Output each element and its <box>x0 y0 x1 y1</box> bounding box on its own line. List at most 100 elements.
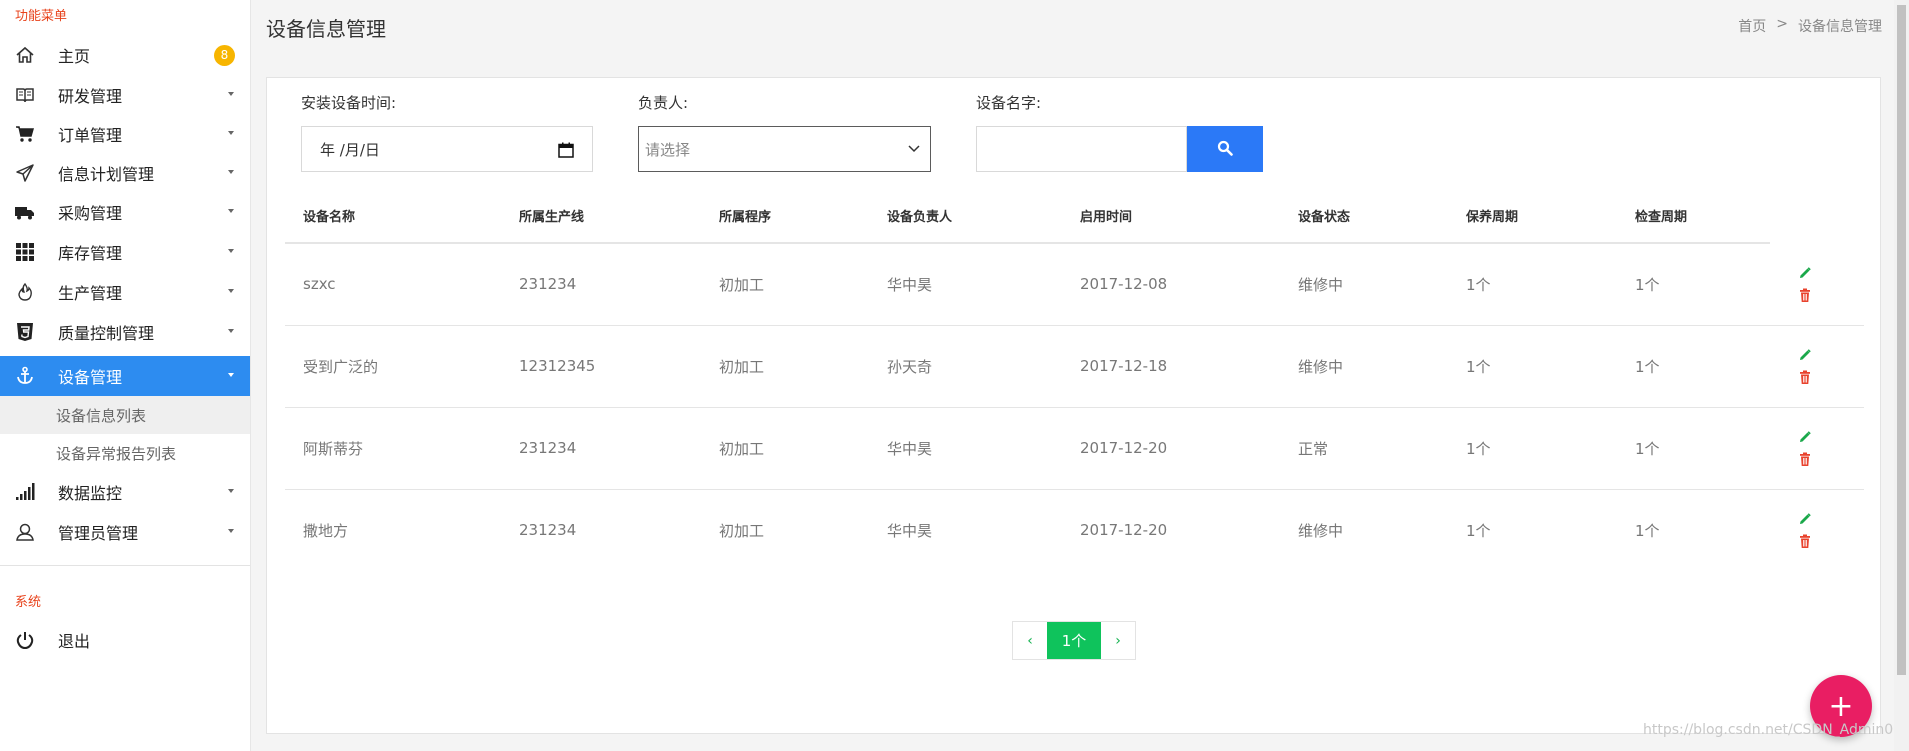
row-actions <box>1770 407 1864 490</box>
delete-trash-icon[interactable] <box>1796 286 1814 304</box>
table-cell: 初加工 <box>701 325 869 408</box>
sidebar-item-quality[interactable]: 质量控制管理 <box>0 312 250 352</box>
table-cell: 2017-12-20 <box>1080 521 1168 540</box>
sidebar-item-rnd[interactable]: 研发管理 <box>0 75 250 115</box>
table-cell: 1个 <box>1466 521 1491 540</box>
table-cell: 华中昊 <box>887 521 933 540</box>
chevron-down-icon <box>228 529 234 533</box>
install-date-input[interactable]: 年 /月/日 <box>301 126 593 172</box>
breadcrumb-current: 设备信息管理 <box>1798 19 1882 35</box>
table-row: 阿斯蒂芬 231234 初加工 华中昊 2017-12-20 正常 1个 1个 <box>285 407 1864 490</box>
sidebar-item-equipment[interactable]: 设备管理 <box>0 356 250 396</box>
home-icon <box>14 44 36 66</box>
table-body: szxc 231234 初加工 华中昊 2017-12-08 维修中 1个 1个 受到广泛的 12… <box>285 243 1864 571</box>
table-cell: 1个 <box>1448 407 1617 490</box>
column-header: 保养周期 <box>1448 188 1617 244</box>
signal-icon <box>14 481 36 503</box>
chevron-down-icon <box>907 141 921 159</box>
scrollbar[interactable] <box>1894 0 1909 751</box>
table-cell: 1个 <box>1617 325 1770 408</box>
search-icon <box>1217 140 1233 159</box>
table-header-row: 设备名称 所属生产线 所属程序 设备负责人 启用时间 设备状态 保养周期 检查周… <box>285 188 1864 244</box>
table-cell: 231234 <box>501 243 701 326</box>
owner-select-placeholder: 请选择 <box>645 140 691 159</box>
row-actions <box>1770 325 1864 408</box>
table-row: 受到广泛的 12312345 初加工 孙天奇 2017-12-18 维修中 1个 1个 <box>285 325 1864 408</box>
logout-label: 退出 <box>58 632 91 651</box>
sidebar: 功能菜单 主页 8 研发管理 订单管理 信息计划管理 采购管理 库存管理 生产管… <box>0 0 251 751</box>
edit-pencil-icon[interactable] <box>1796 428 1814 446</box>
chevron-down-icon <box>228 373 234 377</box>
table-cell: 受到广泛的 <box>285 325 501 408</box>
logout-button[interactable]: 退出 <box>0 620 250 660</box>
sidebar-item-label: 主页 <box>58 47 91 66</box>
chevron-down-icon <box>228 92 234 96</box>
paper-plane-icon <box>14 162 36 184</box>
table-cell: 231234 <box>501 407 701 490</box>
sidebar-item-info-plan[interactable]: 信息计划管理 <box>0 153 250 193</box>
html5-shield-icon <box>14 321 36 343</box>
table-cell: 孙天奇 <box>869 325 1062 408</box>
equipment-table: 设备名称 所属生产线 所属程序 设备负责人 启用时间 设备状态 保养周期 检查周… <box>285 188 1864 571</box>
delete-trash-icon[interactable] <box>1796 368 1814 386</box>
search-button[interactable] <box>1187 126 1263 172</box>
sidebar-item-label: 研发管理 <box>58 87 123 106</box>
delete-trash-icon[interactable] <box>1796 532 1814 550</box>
owner-label: 负责人: <box>638 94 689 112</box>
prev-page-button[interactable]: ‹ <box>1013 622 1047 659</box>
table-cell: 初加工 <box>701 243 869 326</box>
scrollbar-thumb[interactable] <box>1897 5 1906 675</box>
sidebar-item-purchase[interactable]: 采购管理 <box>0 192 250 232</box>
chevron-down-icon <box>228 489 234 493</box>
next-page-button[interactable]: › <box>1101 622 1135 659</box>
column-header: 设备负责人 <box>869 188 1062 244</box>
column-header: 所属生产线 <box>501 188 701 244</box>
row-actions <box>1770 489 1864 571</box>
anchor-icon <box>14 365 36 387</box>
power-icon <box>14 629 36 651</box>
edit-pencil-icon[interactable] <box>1796 264 1814 282</box>
table-cell: 1个 <box>1617 243 1770 326</box>
edit-pencil-icon[interactable] <box>1796 346 1814 364</box>
sidebar-item-inventory[interactable]: 库存管理 <box>0 232 250 272</box>
table-cell: 1个 <box>1448 243 1617 326</box>
owner-select[interactable]: 请选择 <box>638 126 931 172</box>
sidebar-item-admin[interactable]: 管理员管理 <box>0 512 250 552</box>
device-name-input[interactable] <box>976 126 1187 172</box>
sidebar-item-orders[interactable]: 订单管理 <box>0 114 250 154</box>
pagination: ‹ 1个 › <box>1012 621 1136 660</box>
chevron-down-icon <box>228 289 234 293</box>
install-time-label: 安装设备时间: <box>301 94 397 112</box>
sidebar-item-label: 信息计划管理 <box>58 165 155 184</box>
sidebar-item-home[interactable]: 主页 8 <box>0 35 250 75</box>
sidebar-subitem-exception-report[interactable]: 设备异常报告列表 <box>0 434 250 472</box>
breadcrumb: 首页 > 设备信息管理 <box>1738 16 1882 36</box>
chevron-down-icon <box>228 329 234 333</box>
cart-icon <box>14 123 36 145</box>
device-name-label: 设备名字: <box>976 94 1042 112</box>
sidebar-item-production[interactable]: 生产管理 <box>0 272 250 312</box>
chevron-down-icon <box>228 209 234 213</box>
sidebar-item-monitor[interactable]: 数据监控 <box>0 472 250 512</box>
truck-icon <box>14 201 36 223</box>
table-row: szxc 231234 初加工 华中昊 2017-12-08 维修中 1个 1个 <box>285 243 1864 326</box>
breadcrumb-home-link[interactable]: 首页 <box>1738 16 1766 36</box>
chevron-down-icon <box>228 249 234 253</box>
table-cell: 1个 <box>1635 521 1660 540</box>
edit-pencil-icon[interactable] <box>1796 510 1814 528</box>
breadcrumb-separator: > <box>1776 16 1788 32</box>
sidebar-item-label: 采购管理 <box>58 204 123 223</box>
table-cell: 初加工 <box>719 521 765 540</box>
table-cell: 正常 <box>1280 407 1448 490</box>
table-cell: szxc <box>285 243 501 326</box>
table-cell: 维修中 <box>1298 521 1344 540</box>
table-row: 撒地方 231234 初加工 华中昊 2017-12-20 维修中 1个 1个 <box>285 489 1864 571</box>
sidebar-divider <box>0 565 250 566</box>
current-page[interactable]: 1个 <box>1047 622 1101 659</box>
calendar-icon[interactable] <box>558 142 574 162</box>
date-value: 年 /月/日 <box>320 140 380 159</box>
sidebar-subitem-equipment-list[interactable]: 设备信息列表 <box>0 396 250 434</box>
delete-trash-icon[interactable] <box>1796 450 1814 468</box>
column-header: 设备状态 <box>1280 188 1448 244</box>
sidebar-item-label: 质量控制管理 <box>58 324 155 343</box>
